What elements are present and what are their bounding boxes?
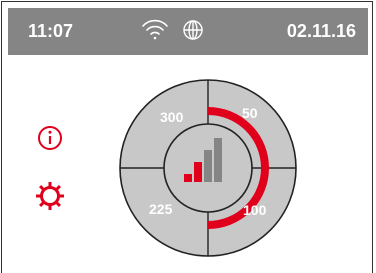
- gear-icon: [36, 182, 64, 210]
- status-bar: 11:07 02.11.16: [8, 8, 368, 55]
- status-icons: [142, 19, 203, 40]
- info-icon: [38, 126, 62, 150]
- settings-button[interactable]: [34, 180, 66, 212]
- wifi-icon: [142, 19, 168, 40]
- level-dial: 300 50 100 225: [119, 79, 297, 257]
- segment-label-300: 300: [160, 109, 184, 125]
- status-time: 11:07: [28, 21, 74, 41]
- globe-icon: [183, 20, 203, 40]
- info-button[interactable]: [36, 124, 64, 152]
- segment-label-100: 100: [243, 202, 267, 218]
- device-screen: 11:07 02.11.16 300 50 100 225: [0, 0, 376, 273]
- status-date: 02.11.16: [286, 21, 356, 41]
- segment-label-225: 225: [149, 201, 173, 217]
- segment-label-50: 50: [242, 105, 258, 121]
